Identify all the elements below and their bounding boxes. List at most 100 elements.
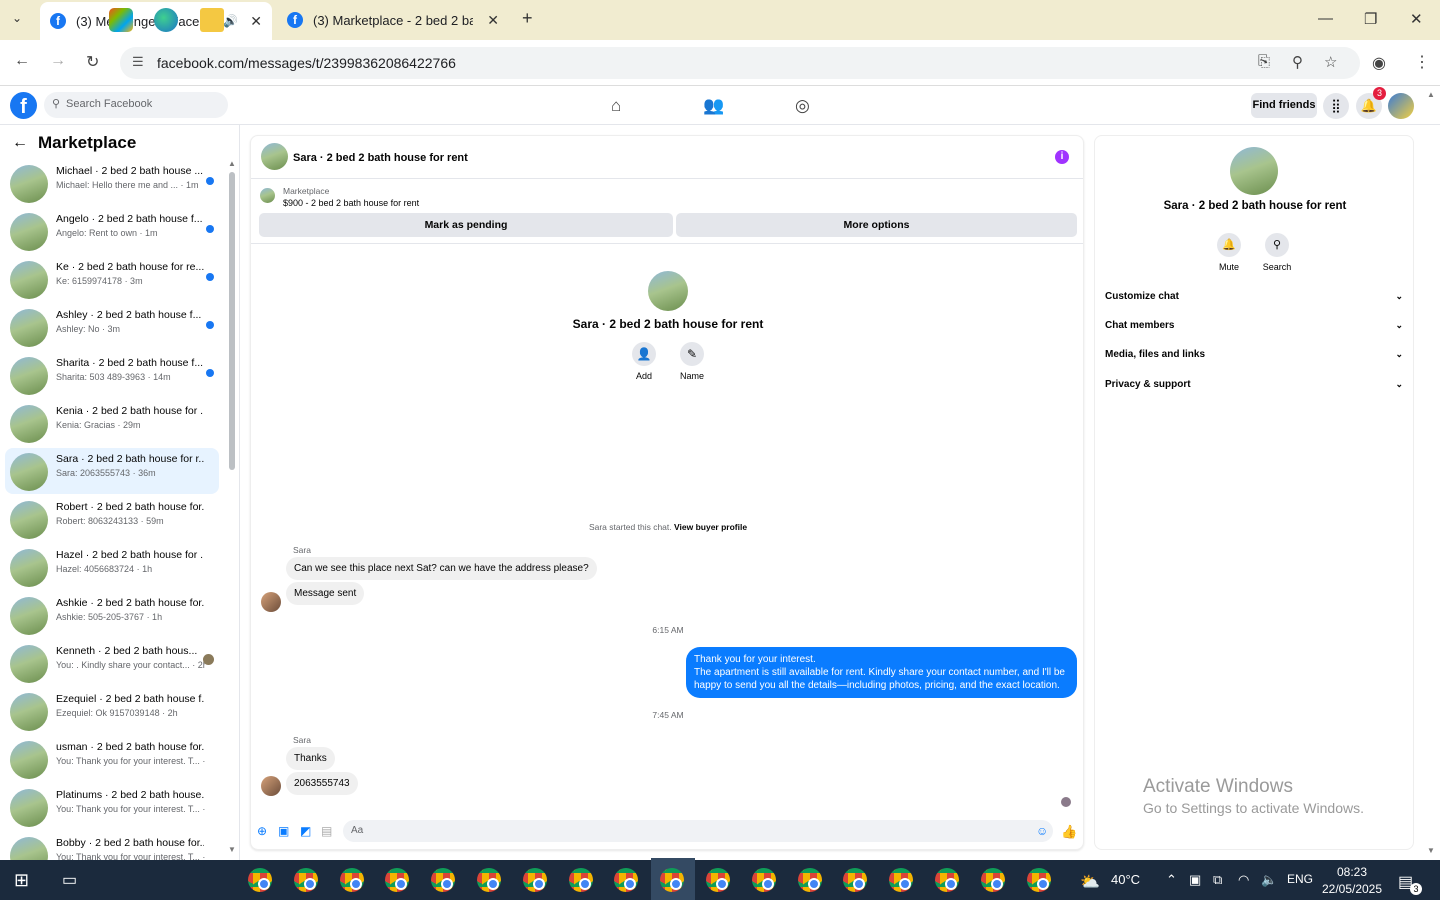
tab-search-chevron-icon[interactable]: ⌄ (12, 11, 22, 25)
tab-marketplace[interactable]: f (3) Marketplace - 2 bed 2 bath h ✕ (277, 0, 509, 40)
section-privacy-support[interactable]: Privacy & support ⌄ (1105, 379, 1405, 390)
search-in-chat-button[interactable]: ⚲ Search (1257, 233, 1297, 272)
listing-title[interactable]: $900 - 2 bed 2 bath house for rent (283, 198, 419, 208)
sticker-icon[interactable]: ◩ (300, 824, 311, 838)
facebook-logo-icon[interactable]: f (10, 92, 37, 119)
conversation-item[interactable]: Ezequiel · 2 bed 2 bath house f... Ezequi… (5, 688, 219, 734)
photo-icon[interactable]: ▣ (278, 824, 289, 838)
chrome-taskbar-icon[interactable] (660, 868, 685, 892)
conversation-item[interactable]: Ashkie · 2 bed 2 bath house for... Ashkie… (5, 592, 219, 638)
mark-as-pending-button[interactable]: Mark as pending (259, 213, 673, 237)
window-close-icon[interactable]: ✕ (1410, 10, 1423, 28)
page-scroll-up-icon[interactable]: ▲ (1427, 90, 1435, 99)
incoming-message[interactable]: Thanks (286, 747, 335, 770)
back-arrow-icon[interactable]: ← (12, 134, 28, 152)
menu-kebab-icon[interactable]: ⋮ (1414, 52, 1430, 72)
home-icon[interactable]: ⌂ (611, 96, 621, 116)
message-input[interactable]: Aa (343, 820, 1053, 842)
account-avatar[interactable] (1388, 93, 1414, 119)
forward-arrow-icon[interactable]: → (50, 52, 66, 70)
language-indicator[interactable]: ENG (1287, 872, 1313, 886)
taskbar-clock[interactable]: 08:23 22/05/2025 (1321, 864, 1383, 898)
conversation-item[interactable]: Hazel · 2 bed 2 bath house for ... Hazel:… (5, 544, 219, 590)
sender-avatar[interactable] (261, 776, 281, 796)
section-chat-members[interactable]: Chat members ⌄ (1105, 320, 1405, 331)
chrome-taskbar-icon[interactable] (339, 868, 364, 892)
chat-avatar[interactable] (261, 143, 288, 170)
omnibox[interactable]: ☰ facebook.com/messages/t/23998362086422… (120, 47, 1360, 79)
install-app-icon[interactable]: ⎘ (1258, 53, 1270, 70)
conversation-item[interactable]: Sharita · 2 bed 2 bath house f... Sharita… (5, 352, 219, 398)
bookmark-star-icon[interactable]: ☆ (1324, 53, 1337, 71)
info-icon[interactable]: i (1055, 150, 1069, 164)
url-text[interactable]: facebook.com/messages/t/2399836208642276… (157, 55, 456, 71)
incoming-message[interactable]: Message sent (286, 582, 365, 605)
chrome-taskbar-icon[interactable] (477, 868, 501, 892)
new-tab-plus-icon[interactable]: + (522, 8, 533, 29)
mute-button[interactable]: 🔔 Mute (1209, 233, 1249, 272)
facebook-search-input[interactable]: ⚲ Search Facebook (44, 92, 228, 118)
thumbs-up-icon[interactable]: 👍 (1061, 824, 1077, 840)
chrome-taskbar-icon[interactable] (980, 868, 1005, 892)
restore-icon[interactable]: ❐ (1364, 10, 1377, 28)
section-media-files[interactable]: Media, files and links ⌄ (1105, 349, 1405, 360)
conversation-item[interactable]: Ashley · 2 bed 2 bath house f... Ashley: … (5, 304, 219, 350)
chrome-taskbar-icon[interactable] (1026, 868, 1051, 892)
close-icon[interactable]: ✕ (487, 12, 499, 29)
add-people-button[interactable]: 👤 Add (624, 342, 664, 381)
scroll-up-arrow-icon[interactable]: ▲ (228, 159, 236, 168)
meet-icon[interactable]: ▣ (1189, 872, 1201, 888)
weather-icon[interactable]: ⛅ (1080, 872, 1100, 892)
conversation-item[interactable]: Kenneth · 2 bed 2 bath hous... You: . Kin… (5, 640, 219, 686)
file-explorer-icon[interactable] (200, 8, 224, 32)
chrome-taskbar-icon[interactable] (522, 868, 547, 892)
close-icon[interactable]: ✕ (250, 13, 262, 30)
reload-icon[interactable]: ↻ (86, 52, 99, 72)
copilot-icon[interactable] (109, 8, 133, 32)
friends-icon[interactable]: 👥 (703, 96, 724, 116)
scrollbar-thumb[interactable] (229, 172, 235, 470)
task-view-icon[interactable]: ▭ (62, 870, 77, 890)
site-settings-icon[interactable]: ☰ (132, 54, 144, 70)
back-arrow-icon[interactable]: ← (14, 52, 30, 70)
conversation-item[interactable]: Angelo · 2 bed 2 bath house f... Angelo: … (5, 208, 219, 254)
conversation-item[interactable]: Robert · 2 bed 2 bath house for... Robert… (5, 496, 219, 542)
listing-thumbnail[interactable] (260, 188, 275, 203)
chrome-taskbar-icon[interactable] (797, 868, 822, 892)
chrome-taskbar-icon[interactable] (431, 868, 456, 892)
chrome-taskbar-icon[interactable] (568, 868, 593, 892)
chrome-taskbar-icon[interactable] (889, 868, 914, 892)
chrome-taskbar-icon[interactable] (935, 868, 959, 892)
edit-name-button[interactable]: ✎ Name (672, 342, 712, 381)
incoming-message[interactable]: Can we see this place next Sat? can we h… (286, 557, 597, 580)
tray-chevron-up-icon[interactable]: ⌃ (1166, 872, 1177, 888)
conversation-item[interactable]: Ke · 2 bed 2 bath house for re... Ke: 615… (5, 256, 219, 302)
scroll-down-arrow-icon[interactable]: ▼ (228, 845, 236, 854)
chrome-taskbar-icon[interactable] (293, 868, 318, 892)
display-icon[interactable]: ⧉ (1213, 872, 1222, 888)
conversation-item[interactable]: usman · 2 bed 2 bath house for... You: Th… (5, 736, 219, 782)
more-options-button[interactable]: More options (676, 213, 1077, 237)
incoming-message[interactable]: 2063555743 (286, 772, 358, 795)
view-buyer-profile-link[interactable]: View buyer profile (674, 522, 747, 532)
conversation-item[interactable]: Sara · 2 bed 2 bath house for r... Sara: … (5, 448, 219, 494)
profile-icon[interactable]: ◉ (1372, 53, 1386, 73)
page-scroll-down-icon[interactable]: ▼ (1427, 846, 1435, 855)
speaker-icon[interactable]: 🔊 (223, 14, 238, 28)
emoji-icon[interactable]: ☺ (1036, 824, 1048, 838)
weather-temp[interactable]: 40°C (1111, 872, 1140, 887)
conversation-item[interactable]: Platinums · 2 bed 2 bath house... You: Th… (5, 784, 219, 830)
conversation-item[interactable]: Kenia · 2 bed 2 bath house for ... Kenia:… (5, 400, 219, 446)
windows-start-icon[interactable]: ⊞ (14, 870, 29, 891)
outgoing-message[interactable]: Thank you for your interest. The apartmen… (686, 647, 1077, 698)
conversation-item[interactable]: Michael · 2 bed 2 bath house ... Michael:… (5, 160, 219, 206)
chrome-taskbar-icon[interactable] (751, 868, 776, 892)
edge-icon[interactable] (154, 8, 178, 32)
sender-avatar[interactable] (261, 592, 281, 612)
wifi-icon[interactable]: ◠ (1238, 872, 1249, 888)
chrome-taskbar-icon[interactable] (706, 868, 730, 892)
minimize-icon[interactable]: — (1318, 10, 1333, 27)
zoom-icon[interactable]: ⚲ (1292, 53, 1303, 71)
groups-icon[interactable]: ◎ (795, 96, 810, 116)
menu-grid-icon[interactable]: ⣿ (1323, 93, 1349, 119)
